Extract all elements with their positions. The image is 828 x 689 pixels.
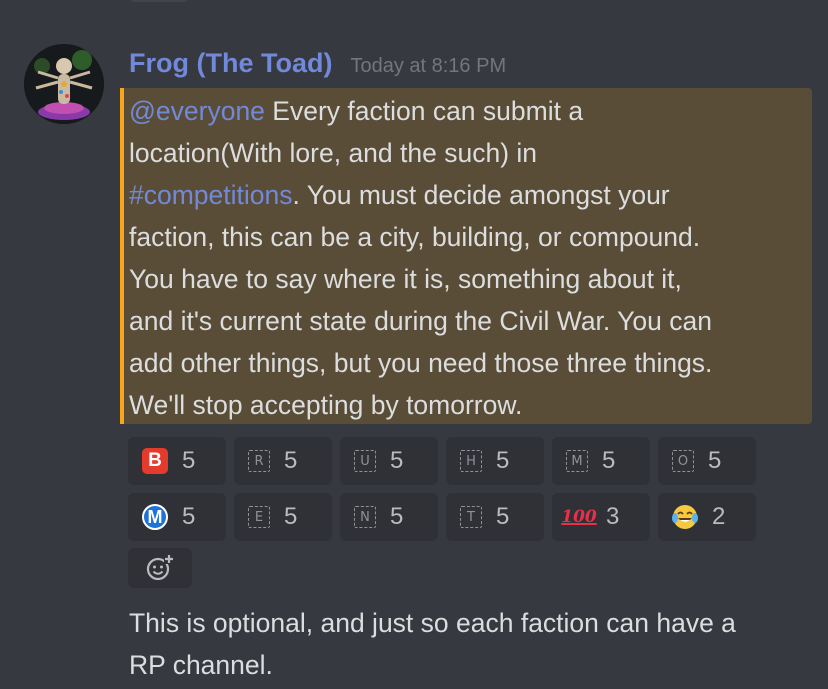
- regional-indicator-r-icon: R: [248, 450, 270, 472]
- followup-line: This is optional, and just so each facti…: [129, 608, 736, 638]
- regional-indicator-h-icon: H: [460, 450, 482, 472]
- regional-indicator-u-icon: U: [354, 450, 376, 472]
- message-line: add other things, but you need those thr…: [129, 348, 713, 378]
- message-header: Frog (The Toad) Today at 8:16 PM: [129, 48, 506, 88]
- reaction-regional-h[interactable]: H 5: [446, 437, 544, 485]
- message-line: #competitions. You must decide amongst y…: [129, 174, 806, 216]
- channel-link-competitions[interactable]: #competitions: [129, 180, 293, 210]
- reaction-count: 5: [708, 447, 722, 474]
- previous-reaction-edge[interactable]: [130, 0, 188, 2]
- reaction-regional-e[interactable]: E 5: [234, 493, 332, 541]
- reaction-b-button[interactable]: B 5: [128, 437, 226, 485]
- mention-highlight-message: @everyone Every faction can submit a loc…: [120, 88, 812, 424]
- reaction-tears-of-joy[interactable]: 2: [658, 493, 756, 541]
- reaction-regional-o[interactable]: O 5: [658, 437, 756, 485]
- avatar-image: [24, 44, 104, 124]
- followup-message: This is optional, and just so each facti…: [129, 602, 736, 686]
- message-line: and it's current state during the Civil …: [129, 306, 712, 336]
- reaction-count: 5: [284, 503, 298, 530]
- add-reaction-smiley-icon: [146, 554, 174, 581]
- reaction-count: 3: [606, 503, 620, 530]
- reaction-count: 2: [712, 503, 726, 530]
- reaction-regional-r[interactable]: R 5: [234, 437, 332, 485]
- message-timestamp: Today at 8:16 PM: [350, 55, 507, 77]
- avatar[interactable]: [24, 44, 104, 124]
- reaction-count: 5: [390, 503, 404, 530]
- message-line: @everyone Every faction can submit a: [129, 90, 806, 132]
- reaction-circled-m[interactable]: M 5: [128, 493, 226, 541]
- add-reaction-button[interactable]: [128, 548, 192, 588]
- author-name[interactable]: Frog (The Toad): [129, 48, 332, 79]
- reaction-hundred-points[interactable]: 100 3: [552, 493, 650, 541]
- message-line: We'll stop accepting by tomorrow.: [129, 390, 523, 420]
- reaction-count: 5: [182, 503, 196, 530]
- reaction-count: 5: [390, 447, 404, 474]
- reaction-count: 5: [496, 447, 510, 474]
- regional-indicator-e-icon: E: [248, 506, 270, 528]
- reaction-regional-n[interactable]: N 5: [340, 493, 438, 541]
- reaction-count: 5: [182, 447, 196, 474]
- regional-indicator-m-icon: M: [566, 450, 588, 472]
- circled-m-icon: M: [142, 504, 168, 530]
- reaction-count: 5: [602, 447, 616, 474]
- message-line-text: . You must decide amongst your: [292, 180, 670, 210]
- reaction-regional-m[interactable]: M 5: [552, 437, 650, 485]
- b-button-icon: B: [142, 448, 168, 474]
- tears-of-joy-icon: [672, 504, 698, 530]
- hundred-points-icon: 100: [561, 507, 597, 527]
- chat-view: Frog (The Toad) Today at 8:16 PM @everyo…: [0, 0, 828, 689]
- reaction-regional-t[interactable]: T 5: [446, 493, 544, 541]
- message-line-text: Every faction can submit a: [264, 96, 584, 126]
- regional-indicator-t-icon: T: [460, 506, 482, 528]
- message-line: faction, this can be a city, building, o…: [129, 222, 701, 252]
- reaction-regional-u[interactable]: U 5: [340, 437, 438, 485]
- message-body: @everyone Every faction can submit a loc…: [129, 90, 806, 426]
- reaction-count: 5: [284, 447, 298, 474]
- followup-line: RP channel.: [129, 650, 273, 680]
- message-line: location(With lore, and the such) in: [129, 138, 538, 168]
- regional-indicator-o-icon: O: [672, 450, 694, 472]
- reaction-count: 5: [496, 503, 510, 530]
- tears-of-joy-glyph: [672, 505, 698, 529]
- everyone-mention[interactable]: @everyone: [129, 96, 265, 126]
- regional-indicator-n-icon: N: [354, 506, 376, 528]
- message-line: You have to say where it is, something a…: [129, 264, 682, 294]
